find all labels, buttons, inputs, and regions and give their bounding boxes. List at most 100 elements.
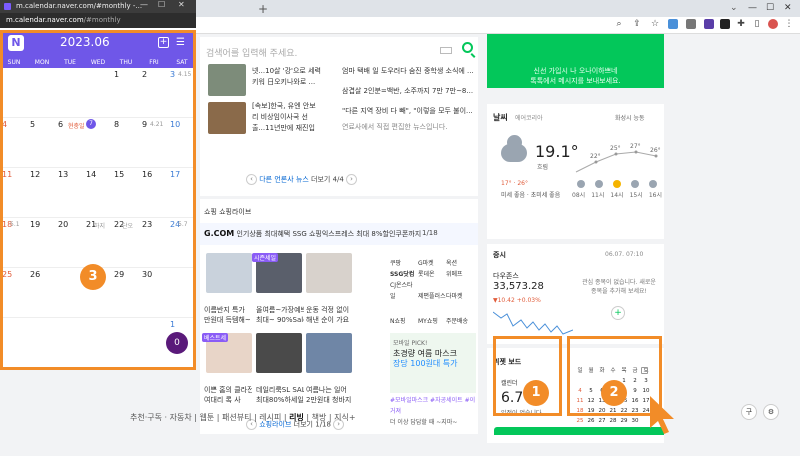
product-name[interactable]: 올여름~가장예쁘최대~ 90%Sale! bbox=[256, 305, 304, 325]
news-item[interactable]: 엄마 택배 일 도우러다 숨진 중학생 소식에 ... bbox=[342, 66, 478, 77]
extension-c-icon[interactable] bbox=[704, 19, 714, 29]
product-tag: 시즌세일 bbox=[252, 253, 279, 262]
minimize-button[interactable]: — bbox=[748, 3, 757, 13]
highlight-calendar-widget bbox=[493, 336, 562, 416]
stock-time: 06.07. 07:10 bbox=[605, 251, 644, 258]
highlight-calendar-popup bbox=[0, 30, 196, 370]
cursor-arrow-icon bbox=[650, 396, 674, 434]
cloud-icon bbox=[501, 135, 527, 162]
popup-close-button[interactable]: ✕ bbox=[178, 0, 185, 9]
product-image[interactable] bbox=[256, 333, 302, 373]
cloud-icon bbox=[631, 180, 639, 188]
product-image[interactable] bbox=[306, 333, 352, 373]
svg-text:26°: 26° bbox=[650, 147, 661, 154]
product-name[interactable]: 운동 걱정 없이 해낸 순이 가요 bbox=[306, 305, 354, 325]
stock-name: 다우존스 bbox=[493, 272, 519, 280]
tab-search-icon[interactable]: ⌄ bbox=[730, 3, 738, 13]
news-thumbnail[interactable] bbox=[208, 102, 246, 134]
news-item[interactable]: [속보]한국, 유엔 안보 리 비상임이사국 선 출...11년만에 재진입 bbox=[252, 101, 316, 134]
mini-calendar-day[interactable]: 29 bbox=[619, 416, 629, 426]
popup-title-bar: m.calendar.naver.com/#monthly -... bbox=[0, 0, 196, 13]
mini-calendar-row: 25 26 27 28 29 30 bbox=[575, 416, 651, 426]
weather-desc: 흐림 bbox=[537, 164, 549, 171]
mini-calendar-day[interactable]: 28 bbox=[608, 416, 618, 426]
close-window-button[interactable]: ✕ bbox=[784, 3, 792, 13]
extension-a-icon[interactable] bbox=[668, 19, 678, 29]
keyboard-icon[interactable] bbox=[440, 47, 452, 54]
weather-minmax: 17° · 26° bbox=[501, 180, 528, 187]
extension-d-icon[interactable] bbox=[720, 19, 730, 29]
cloud-icon bbox=[577, 180, 585, 188]
product-tag: 베스트세 bbox=[202, 333, 229, 342]
sun-icon bbox=[613, 180, 621, 188]
step-badge-3: 3 bbox=[80, 264, 106, 290]
news-item[interactable]: 넷...10살 '강'으로 세력 키워 日오키나와로 ... bbox=[252, 66, 321, 88]
stock-value: 33,573.28 bbox=[493, 281, 544, 292]
shopping-tabs[interactable]: 쇼핑 쇼핑라이브 bbox=[204, 207, 251, 217]
stock-title: 증시 bbox=[493, 251, 506, 259]
green-banner[interactable]: 신선 가입시 나 오나이하쁘네 톡톡에서 메시지를 보내보세요. bbox=[487, 34, 664, 88]
news-box: 넷...10살 '강'으로 세력 키워 日오키나와로 ... [속보]한국, 유엔… bbox=[200, 64, 478, 196]
shopping-box: 쇼핑 쇼핑라이브 G.COM 인기상품 최대혜택 SSG 쇼핑익스프레스 최대 … bbox=[200, 199, 478, 434]
star-icon[interactable]: ☆ bbox=[650, 19, 660, 29]
product-image[interactable] bbox=[206, 253, 252, 293]
stock-note: 관심 종목이 없습니다. 새로운 종목을 추가해 보세요! bbox=[582, 279, 656, 295]
popup-url-bar[interactable]: m.calendar.naver.com/#monthly bbox=[0, 13, 196, 28]
share-icon[interactable]: ⇪ bbox=[632, 19, 642, 29]
mini-calendar-day[interactable]: 27 bbox=[597, 416, 607, 426]
news-thumbnail[interactable] bbox=[208, 64, 246, 96]
cloud-icon bbox=[595, 180, 603, 188]
stock-chart bbox=[493, 311, 573, 335]
maximize-button[interactable]: ☐ bbox=[766, 3, 774, 13]
news-item[interactable]: 삼겹살 2인분=백반, 소주까지 7만 7만~8... bbox=[342, 86, 478, 97]
weather-widget[interactable]: 날씨 에어코리아 화성시 능동 19.1° 흐림 17° · 26° 미세 좋음… bbox=[487, 104, 664, 239]
mini-calendar-day[interactable]: 30 bbox=[630, 416, 640, 426]
menu-icon[interactable]: ⋮ bbox=[784, 19, 794, 29]
settings-icon[interactable]: ⚙ bbox=[763, 404, 779, 420]
shopping-category-grid: 쿠팡 G마켓 옥션 SSG닷컴 롯데온 위메프 CJ온스타일 제편플러스다마켓 N쇼핑 MY… bbox=[390, 260, 469, 325]
add-stock-button[interactable]: + bbox=[611, 306, 625, 320]
sidebar-icon[interactable]: ▯ bbox=[752, 19, 762, 29]
calendar-favicon-icon bbox=[4, 3, 11, 10]
puzzle-icon[interactable]: ✚ bbox=[736, 19, 746, 29]
mini-calendar-day[interactable]: 25 bbox=[575, 416, 585, 426]
product-image[interactable] bbox=[306, 253, 352, 293]
stock-change: ▼10.42 +0.03% bbox=[493, 297, 541, 304]
search-placeholder: 검색어를 입력해 주세요. bbox=[206, 49, 298, 59]
popup-maximize-button[interactable]: ☐ bbox=[158, 0, 165, 9]
svg-text:27°: 27° bbox=[630, 143, 641, 150]
zoom-icon[interactable]: ⌕ bbox=[614, 19, 624, 29]
new-tab-button[interactable]: + bbox=[258, 2, 268, 16]
step-badge-2: 2 bbox=[601, 380, 627, 406]
weather-dust: 미세 좋음 · 초미세 좋음 bbox=[501, 192, 561, 199]
prev-arrow-icon[interactable]: ‹ bbox=[246, 174, 257, 185]
svg-text:25°: 25° bbox=[610, 145, 621, 152]
green-button[interactable] bbox=[494, 427, 664, 435]
weather-hours: 08시 11시 14시 15시 16시 bbox=[572, 192, 662, 199]
weather-location[interactable]: 화성시 능동 bbox=[615, 113, 645, 122]
news-item[interactable]: "다른 지역 장비 다 빼", "이렇을 모두 불이... bbox=[342, 106, 478, 117]
profile-avatar[interactable] bbox=[768, 19, 778, 29]
product-name[interactable]: 여름나는 일어 2만원대 청바지 bbox=[306, 385, 354, 405]
news-pager: ‹ 다른 언론사 뉴스 더보기 4/4 › bbox=[246, 174, 358, 185]
search-icon[interactable] bbox=[462, 42, 473, 53]
next-arrow-icon[interactable]: › bbox=[346, 174, 358, 185]
svg-text:22°: 22° bbox=[590, 153, 601, 160]
cloud-icon bbox=[649, 180, 657, 188]
weather-source: 에어코리아 bbox=[515, 115, 543, 122]
product-name[interactable]: 이쁜 홈의 클라전택여대리 록 사 bbox=[204, 385, 252, 405]
search-bar[interactable]: 검색어를 입력해 주세요. bbox=[200, 37, 478, 65]
promo-subtext: #모바일마스크 #자공세이트 #이거져 더 이상 답답할 때 ~지마~ bbox=[390, 397, 476, 426]
extension-b-icon[interactable] bbox=[686, 19, 696, 29]
product-name[interactable]: 데일리룩SL SALE최대80%하세일~ bbox=[256, 385, 304, 405]
stock-widget[interactable]: 증시 06.07. 07:10 다우존스 33,573.28 ▼10.42 +0… bbox=[487, 244, 664, 344]
float-button[interactable]: 구 bbox=[741, 404, 757, 420]
category-bar: 추천·구독 · 자동차 | 웹툰 | 패션뷰티 | 레시피 | 리빙 | 책방 … bbox=[130, 413, 356, 422]
weather-title: 날씨 bbox=[493, 113, 508, 122]
step-badge-1: 1 bbox=[523, 380, 549, 406]
mini-calendar-day[interactable]: 26 bbox=[586, 416, 596, 426]
popup-minimize-button[interactable]: — bbox=[140, 0, 148, 9]
news-note: 연료사에서 직접 편집한 뉴스입니다. bbox=[342, 123, 448, 131]
promo-banner[interactable]: 모바일 PICK! 초경량 여름 마스크 장당 100원대 특가 bbox=[390, 333, 476, 393]
product-name[interactable]: 이름반지 특가 만원대 득템해~ bbox=[204, 305, 252, 325]
